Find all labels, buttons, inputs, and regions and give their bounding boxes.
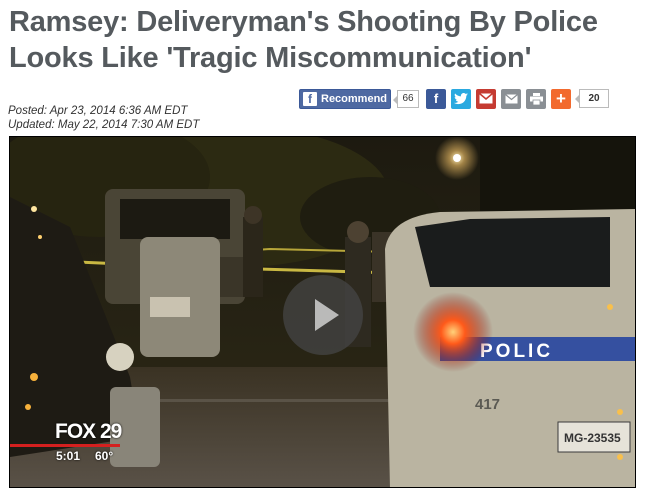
share-count: 20 — [575, 89, 609, 108]
article-dates: Posted: Apr 23, 2014 6:36 AM EDT Updated… — [8, 104, 199, 132]
recommend-count: 66 — [393, 89, 419, 108]
twitter-share-icon[interactable] — [451, 88, 471, 109]
police-car-number: 417 — [475, 396, 500, 413]
broadcast-time: 5:01 — [56, 449, 81, 463]
bug-divider — [10, 444, 120, 447]
play-button[interactable] — [283, 275, 363, 355]
facebook-share-icon[interactable]: f — [426, 88, 446, 109]
posted-date: Posted: Apr 23, 2014 6:36 AM EDT — [8, 105, 188, 117]
print-share-icon[interactable] — [526, 88, 546, 109]
facebook-icon: f — [303, 91, 317, 106]
play-icon — [314, 299, 339, 331]
article-headline: Ramsey: Deliveryman's Shooting By Police… — [9, 6, 598, 74]
fox29-logo: FOX 29 — [55, 420, 122, 443]
recommend-label: Recommend — [321, 92, 388, 105]
video-player[interactable]: POLIC 417 MG-23535 FOX 29 5:01 60° — [9, 136, 636, 488]
gmail-share-icon[interactable] — [476, 88, 496, 109]
broadcast-temperature: 60° — [95, 449, 114, 463]
email-share-icon[interactable] — [501, 88, 521, 109]
facebook-recommend-button[interactable]: f Recommend — [299, 88, 391, 109]
license-plate: MG-23535 — [564, 431, 621, 445]
plus-share-icon[interactable]: + — [551, 88, 571, 109]
updated-date: Updated: May 22, 2014 7:30 AM EDT — [8, 119, 200, 131]
share-bar: f Recommend 66 f + 20 — [299, 88, 609, 109]
